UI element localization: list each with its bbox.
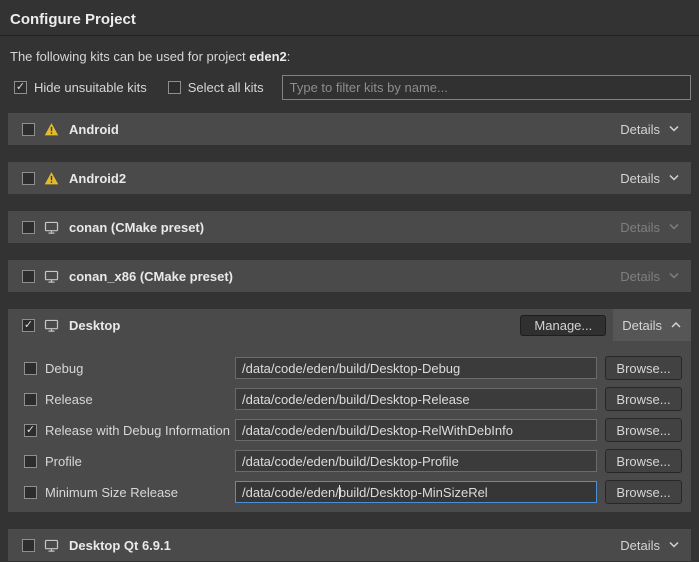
project-name: eden2 [249,49,287,64]
config-row-minsizerel: Minimum Size Release /data/code/eden/bui… [24,481,683,503]
kit-name: conan_x86 (CMake preset) [69,269,233,284]
config-checkbox-profile[interactable] [24,455,37,468]
kit-name: Android [69,122,119,137]
select-all-checkbox[interactable] [168,81,181,94]
kit-row-conan-x86: conan_x86 (CMake preset) Details [8,260,691,292]
kit-checkbox-conan-x86[interactable] [22,270,35,283]
details-label: Details [620,122,660,137]
config-left: Minimum Size Release [24,485,235,500]
desktop-icon [44,318,59,333]
config-left: Profile [24,454,235,469]
kit-row-desktop-qt-6-9-1: Desktop Qt 6.9.1 Details [8,529,691,561]
path-input-debug[interactable]: /data/code/eden/build/Desktop-Debug [235,357,597,379]
config-checkbox-minsizerel[interactable] [24,486,37,499]
kit-row-desktop: ✓ Desktop Manage... Details [8,309,691,341]
path-input-profile[interactable]: /data/code/eden/build/Desktop-Profile [235,450,597,472]
details-label: Details [622,318,662,333]
chevron-down-icon [668,174,680,182]
kit-row-conan: conan (CMake preset) Details [8,211,691,243]
hide-unsuitable-label: Hide unsuitable kits [34,80,147,95]
warning-icon [44,122,59,137]
path-input-minsizerel[interactable]: /data/code/eden/build/Desktop-MinSizeRel [235,481,597,503]
config-left: ✓ Release with Debug Information [24,423,235,438]
chevron-down-icon [668,272,680,280]
config-label: Release [45,392,93,407]
intro-before: The following kits can be used for proje… [10,49,249,64]
config-label: Profile [45,454,82,469]
kit-name: Desktop Qt 6.9.1 [69,538,171,553]
path-text: /data/code/eden/build/Desktop-Release [242,392,470,407]
hide-unsuitable-checkbox[interactable]: ✓ [14,81,27,94]
config-row-debug: Debug /data/code/eden/build/Desktop-Debu… [24,357,683,379]
details-button-conan[interactable]: Details [617,211,683,243]
kit-checkbox-conan[interactable] [22,221,35,234]
config-left: Release [24,392,235,407]
kit-name: Android2 [69,171,126,186]
kit-name: conan (CMake preset) [69,220,204,235]
config-checkbox-release[interactable] [24,393,37,406]
manage-kits-button[interactable]: Manage... [520,315,606,336]
intro-after: : [287,49,291,64]
details-button-android2[interactable]: Details [617,162,683,194]
config-row-relwithdebinfo: ✓ Release with Debug Information /data/c… [24,419,683,441]
browse-button-relwithdebinfo[interactable]: Browse... [605,418,682,442]
filter-bar: ✓ Hide unsuitable kits Select all kits [14,75,691,100]
browse-button-profile[interactable]: Browse... [605,449,682,473]
chevron-down-icon [668,223,680,231]
desktop-icon [44,220,59,235]
details-label: Details [620,171,660,186]
path-text: /data/code/eden/build/Desktop-Profile [242,454,459,469]
path-input-release[interactable]: /data/code/eden/build/Desktop-Release [235,388,597,410]
intro-text: The following kits can be used for proje… [10,49,689,64]
page-title: Configure Project [0,0,699,35]
kit-list: Android Details Android2 Details c [8,113,691,561]
kit-filter-input[interactable] [282,75,691,100]
path-input-relwithdebinfo[interactable]: /data/code/eden/build/Desktop-RelWithDeb… [235,419,597,441]
select-all-label: Select all kits [188,80,264,95]
details-label: Details [620,269,660,284]
kit-name: Desktop [69,318,120,333]
details-label: Details [620,220,660,235]
chevron-down-icon [668,125,680,133]
path-text: /data/code/eden/build/Desktop-Debug [242,361,460,376]
config-checkbox-relwithdebinfo[interactable]: ✓ [24,424,37,437]
browse-button-minsizerel[interactable]: Browse... [605,480,682,504]
warning-icon [44,171,59,186]
chevron-up-icon [670,321,682,329]
title-divider [0,35,699,36]
path-text: /data/code/eden/build/Desktop-MinSizeRel [242,485,488,500]
desktop-icon [44,269,59,284]
config-row-profile: Profile /data/code/eden/build/Desktop-Pr… [24,450,683,472]
kit-panel-desktop: ✓ Desktop Manage... Details Debug /data/… [8,309,691,512]
kit-row-android2: Android2 Details [8,162,691,194]
text-caret [339,485,340,499]
details-button-desktop[interactable]: Details [613,309,691,341]
config-label: Minimum Size Release [45,485,178,500]
path-text: /data/code/eden/build/Desktop-RelWithDeb… [242,423,513,438]
kit-checkbox-desktop-qt-6-9-1[interactable] [22,539,35,552]
kit-checkbox-android2[interactable] [22,172,35,185]
browse-button-release[interactable]: Browse... [605,387,682,411]
config-label: Release with Debug Information [45,423,230,438]
config-checkbox-debug[interactable] [24,362,37,375]
details-button-conan-x86[interactable]: Details [617,260,683,292]
kit-checkbox-desktop[interactable]: ✓ [22,319,35,332]
browse-button-debug[interactable]: Browse... [605,356,682,380]
config-row-release: Release /data/code/eden/build/Desktop-Re… [24,388,683,410]
kit-row-android: Android Details [8,113,691,145]
details-button-android[interactable]: Details [617,113,683,145]
details-label: Details [620,538,660,553]
desktop-icon [44,538,59,553]
config-left: Debug [24,361,235,376]
config-label: Debug [45,361,83,376]
chevron-down-icon [668,541,680,549]
kit-checkbox-android[interactable] [22,123,35,136]
details-button-desktop-qt-6-9-1[interactable]: Details [617,529,683,561]
configure-project-page: Configure Project The following kits can… [0,0,699,562]
